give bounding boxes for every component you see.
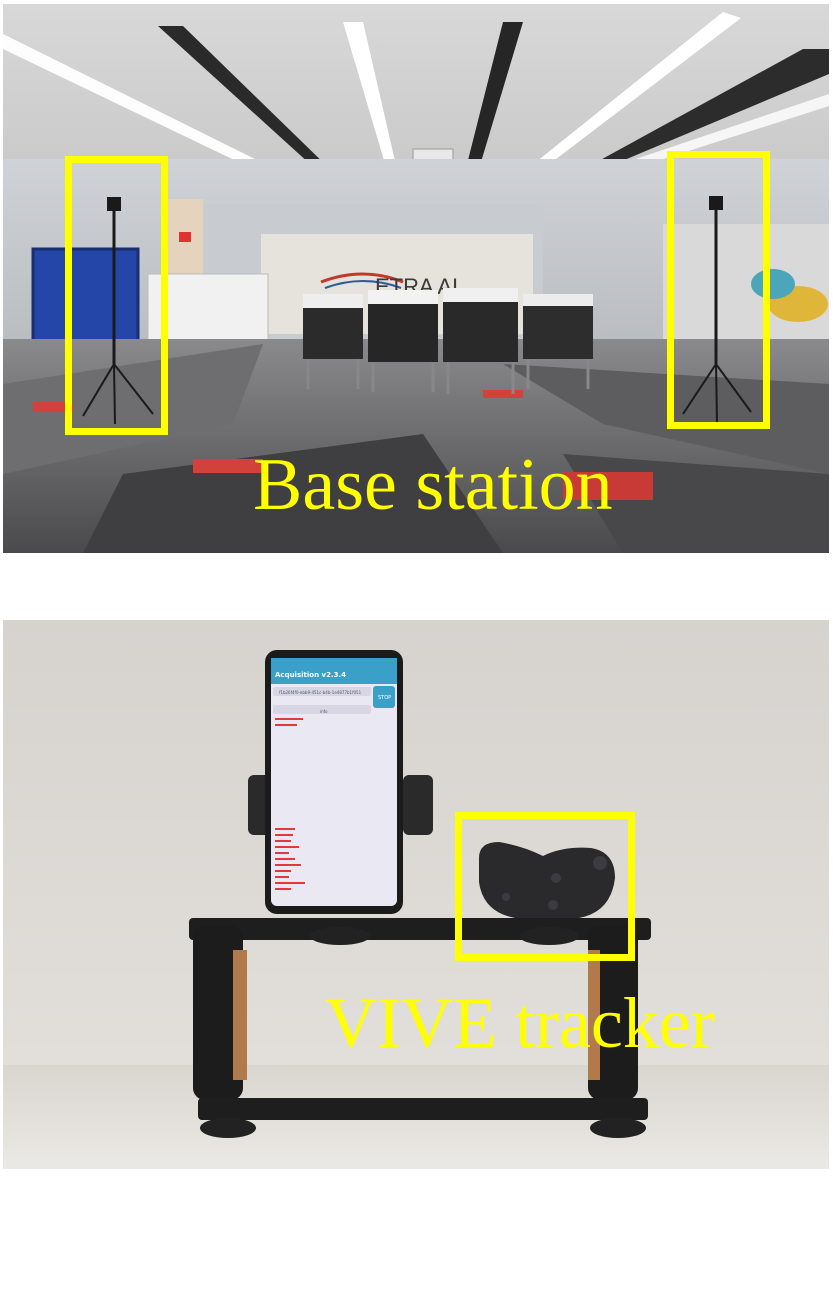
rig-scene: [3, 620, 829, 1169]
base-station-left-highlight: [65, 156, 168, 435]
uuid-text: f1b26f4f0-ebb9-451c-b4b-1e4877b1f051: [279, 690, 362, 695]
stop-label: STOP: [378, 695, 392, 701]
base-station-caption: Base station: [253, 444, 613, 526]
red-floor-marker: [483, 390, 523, 398]
base-station-photo: ETRA AI Base station: [3, 4, 829, 553]
vive-tracker-highlight: [455, 812, 635, 961]
base-station-right-highlight: [667, 151, 770, 429]
info-label: info: [320, 709, 328, 714]
phone-clamp-right: [403, 775, 433, 835]
vive-tracker-photo: Acquisition v2.3.4 f1b26f4f0-ebb9-451c-b…: [3, 620, 829, 1169]
app-title: Acquisition v2.3.4: [275, 671, 346, 679]
vive-tracker-caption: VIVE tracker: [325, 983, 715, 1063]
wall-sign: [179, 232, 191, 242]
